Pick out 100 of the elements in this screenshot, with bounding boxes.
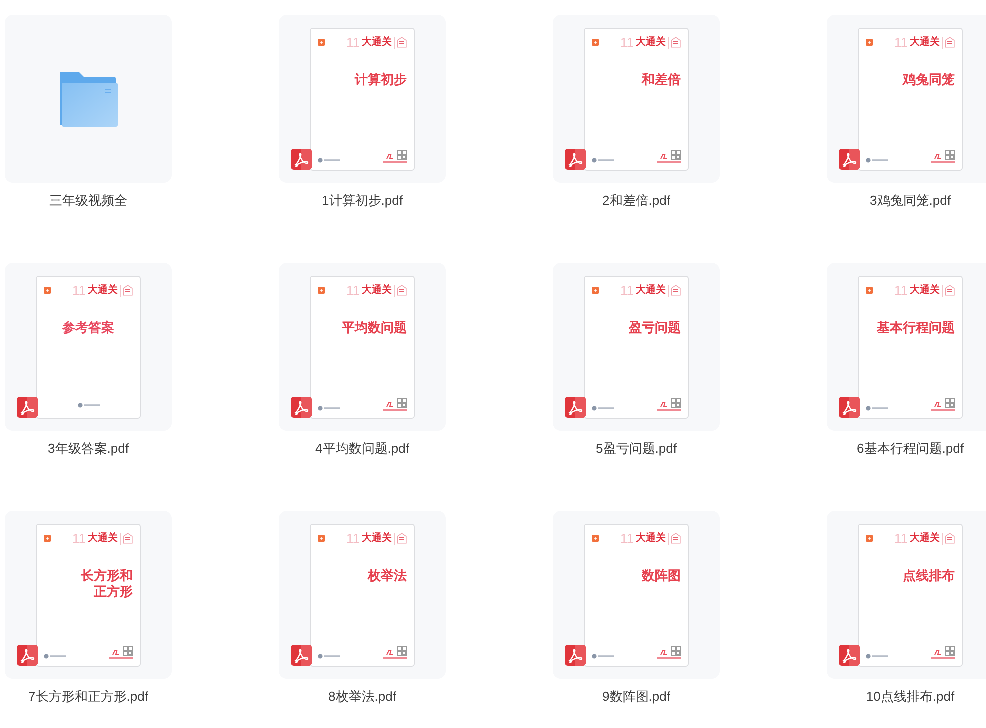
squiggle-icon [934, 154, 943, 160]
qr-code-icon [671, 646, 681, 656]
file-name: 10点线排布.pdf [865, 689, 956, 705]
brand-name: 大通关 [362, 534, 392, 544]
caption-line-icon [383, 408, 407, 410]
file-tile[interactable]: 11 大通关 鸡兔同笼 [827, 15, 986, 183]
file-tile[interactable]: 11 大通关 基本行程问题 [827, 263, 986, 431]
file-name: 三年级视频全 [48, 193, 128, 209]
squiggle-icon [934, 650, 943, 656]
pdf-file-icon [291, 645, 312, 666]
file-tile[interactable]: 11 大通关 点线排布 [827, 511, 986, 679]
brand-name: 大通关 [636, 534, 666, 544]
qr-code-icon [397, 398, 407, 408]
cover-title: 和差倍 [640, 72, 681, 88]
cover-title: 盈亏问题 [628, 320, 681, 336]
pdf-file-icon [291, 397, 312, 418]
publisher-logo-icon [318, 406, 340, 410]
brand-number: 11 [620, 36, 634, 49]
brand-name: 大通关 [910, 38, 940, 48]
brand-name: 大通关 [88, 286, 118, 296]
brand-number: 11 [894, 284, 908, 297]
pdf-file-icon [17, 397, 38, 418]
brand-name: 大通关 [910, 286, 940, 296]
pdf-file-icon [839, 645, 860, 666]
pdf-file-icon [565, 397, 586, 418]
square-logo-icon [866, 535, 873, 542]
pdf-file-icon [565, 149, 586, 170]
file-name: 8枚举法.pdf [328, 689, 398, 705]
pdf-file-icon [291, 149, 312, 170]
brand-number: 11 [72, 532, 86, 545]
brand-number: 11 [72, 284, 86, 297]
square-logo-icon [592, 39, 599, 46]
publisher-logo-icon [866, 406, 888, 410]
file-name: 5盈亏问题.pdf [595, 441, 678, 457]
file-name: 2和差倍.pdf [602, 193, 672, 209]
brand-number: 11 [620, 284, 634, 297]
badge-icon [671, 285, 681, 296]
squiggle-icon [660, 402, 669, 408]
publisher-logo-icon [44, 654, 66, 658]
publisher-logo-icon [318, 158, 340, 162]
brand-number: 11 [894, 532, 908, 545]
square-logo-icon [318, 287, 325, 294]
file-tile[interactable]: 11 大通关 长方形和 正方形 [5, 511, 172, 679]
qr-code-icon [945, 398, 955, 408]
file-tile[interactable]: 11 大通关 平均数问题 [279, 263, 446, 431]
square-logo-icon [866, 287, 873, 294]
file-tile[interactable]: 11 大通关 和差倍 [553, 15, 720, 183]
publisher-logo-icon [592, 406, 614, 410]
badge-icon [397, 533, 407, 544]
squiggle-icon [386, 154, 395, 160]
squiggle-icon [112, 650, 121, 656]
qr-code-icon [123, 646, 133, 656]
qr-code-icon [945, 646, 955, 656]
caption-line-icon [109, 656, 133, 658]
squiggle-icon [386, 402, 395, 408]
badge-icon [397, 285, 407, 296]
brand-name: 大通关 [362, 286, 392, 296]
brand-number: 11 [346, 532, 360, 545]
qr-code-icon [945, 150, 955, 160]
badge-icon [671, 37, 681, 48]
file-tile[interactable]: 11 大通关 计算初步 [279, 15, 446, 183]
qr-code-icon [397, 150, 407, 160]
caption-line-icon [657, 408, 681, 410]
publisher-logo-icon [592, 158, 614, 162]
publisher-logo-icon [866, 158, 888, 162]
caption-line-icon [931, 408, 955, 410]
file-tile[interactable]: 11 大通关 枚举法 [279, 511, 446, 679]
square-logo-icon [44, 535, 51, 542]
squiggle-icon [660, 154, 669, 160]
file-tile[interactable]: 11 大通关 参考答案 [5, 263, 172, 431]
caption-line-icon [931, 160, 955, 162]
file-tile[interactable] [5, 15, 172, 183]
file-tile[interactable]: 11 大通关 盈亏问题 [553, 263, 720, 431]
brand-name: 大通关 [910, 534, 940, 544]
squiggle-icon [934, 402, 943, 408]
brand-number: 11 [346, 36, 360, 49]
square-logo-icon [44, 287, 51, 294]
cover-title: 平均数问题 [341, 320, 407, 336]
cover-title: 计算初步 [354, 72, 407, 88]
badge-icon [945, 37, 955, 48]
cover-title: 数阵图 [640, 568, 681, 584]
publisher-logo-icon [866, 654, 888, 658]
cover-title: 参考答案 [62, 320, 116, 336]
badge-icon [945, 533, 955, 544]
badge-icon [671, 533, 681, 544]
qr-code-icon [397, 646, 407, 656]
square-logo-icon [592, 287, 599, 294]
pdf-file-icon [565, 645, 586, 666]
brand-number: 11 [620, 532, 634, 545]
publisher-logo-icon [78, 402, 100, 408]
cover-title: 长方形和 正方形 [80, 568, 133, 600]
cover-title: 基本行程问题 [876, 320, 955, 336]
square-logo-icon [318, 39, 325, 46]
caption-line-icon [931, 656, 955, 658]
file-name: 4平均数问题.pdf [314, 441, 410, 457]
file-name: 7长方形和正方形.pdf [28, 689, 150, 705]
badge-icon [123, 285, 133, 296]
squiggle-icon [660, 650, 669, 656]
file-tile[interactable]: 11 大通关 数阵图 [553, 511, 720, 679]
publisher-logo-icon [318, 654, 340, 658]
